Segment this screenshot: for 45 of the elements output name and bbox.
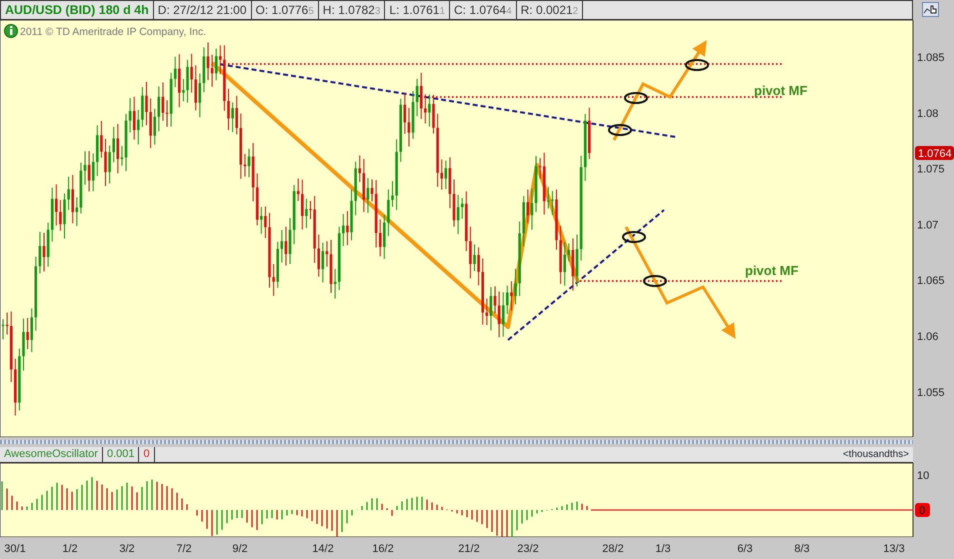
chart-settings-icon[interactable] bbox=[922, 2, 939, 17]
price-axis-label: 1.08 bbox=[917, 108, 938, 120]
date-axis-label: 14/2 bbox=[312, 543, 334, 555]
current-price-badge: 1.0764 bbox=[915, 146, 954, 160]
date-axis-label: 30/1 bbox=[4, 543, 26, 555]
price-axis-label: 1.055 bbox=[917, 386, 945, 399]
quote-field: D: 27/2/12 21:00 bbox=[154, 0, 252, 20]
indicator-step: 0.001 bbox=[102, 447, 140, 462]
ellipse-marker bbox=[622, 231, 646, 243]
date-axis-label: 16/2 bbox=[372, 543, 394, 555]
date-axis-label: 23/2 bbox=[517, 543, 539, 555]
date-axis-label: 3/2 bbox=[119, 543, 135, 555]
indicator-value: 0 bbox=[139, 447, 155, 462]
oscillator-value-badge: 0 bbox=[915, 503, 930, 517]
ellipse-marker bbox=[643, 275, 667, 287]
price-axis-label: 1.065 bbox=[917, 275, 945, 288]
date-axis-label: 1/2 bbox=[62, 543, 78, 555]
date-axis-label: 6/3 bbox=[737, 543, 753, 555]
copyright-text: 2011 © TD Ameritrade IP Company, Inc. bbox=[20, 26, 206, 38]
quote-field: H: 1.07823 bbox=[318, 0, 386, 20]
date-axis-label: 7/2 bbox=[176, 543, 192, 555]
pivot-label: pivot MF bbox=[745, 263, 798, 278]
date-axis-label: 28/2 bbox=[602, 543, 624, 555]
date-axis-label: 8/3 bbox=[794, 543, 810, 555]
candle bbox=[588, 107, 591, 160]
date-axis-label: 1/3 bbox=[655, 543, 671, 555]
date-axis-label: 9/2 bbox=[232, 543, 248, 555]
quote-field: R: 0.00212 bbox=[516, 0, 584, 20]
price-axis-label: 1.07 bbox=[917, 219, 938, 232]
price-axis-label: 1.075 bbox=[917, 164, 945, 176]
price-axis-label: 1.06 bbox=[917, 331, 938, 343]
price-axis-label: 1.085 bbox=[917, 52, 945, 64]
date-axis-label: 13/3 bbox=[883, 543, 905, 555]
oscillator-axis-label: 10 bbox=[917, 470, 930, 482]
quote-field: L: 1.07611 bbox=[385, 0, 450, 20]
symbol-title: AUD/USD (BID) 180 d 4h bbox=[0, 0, 154, 20]
indicator-unit: <thousandths> bbox=[842, 448, 910, 462]
indicator-name: AwesomeOscillator bbox=[0, 447, 103, 462]
ellipse-marker bbox=[608, 124, 632, 136]
ellipse-marker bbox=[624, 92, 648, 104]
date-axis-label: 21/2 bbox=[458, 543, 480, 555]
ellipse-marker bbox=[685, 59, 709, 71]
quote-field: O: 1.07765 bbox=[252, 0, 319, 20]
pivot-label: pivot MF bbox=[754, 83, 808, 98]
quote-field: C: 1.07644 bbox=[450, 0, 517, 20]
